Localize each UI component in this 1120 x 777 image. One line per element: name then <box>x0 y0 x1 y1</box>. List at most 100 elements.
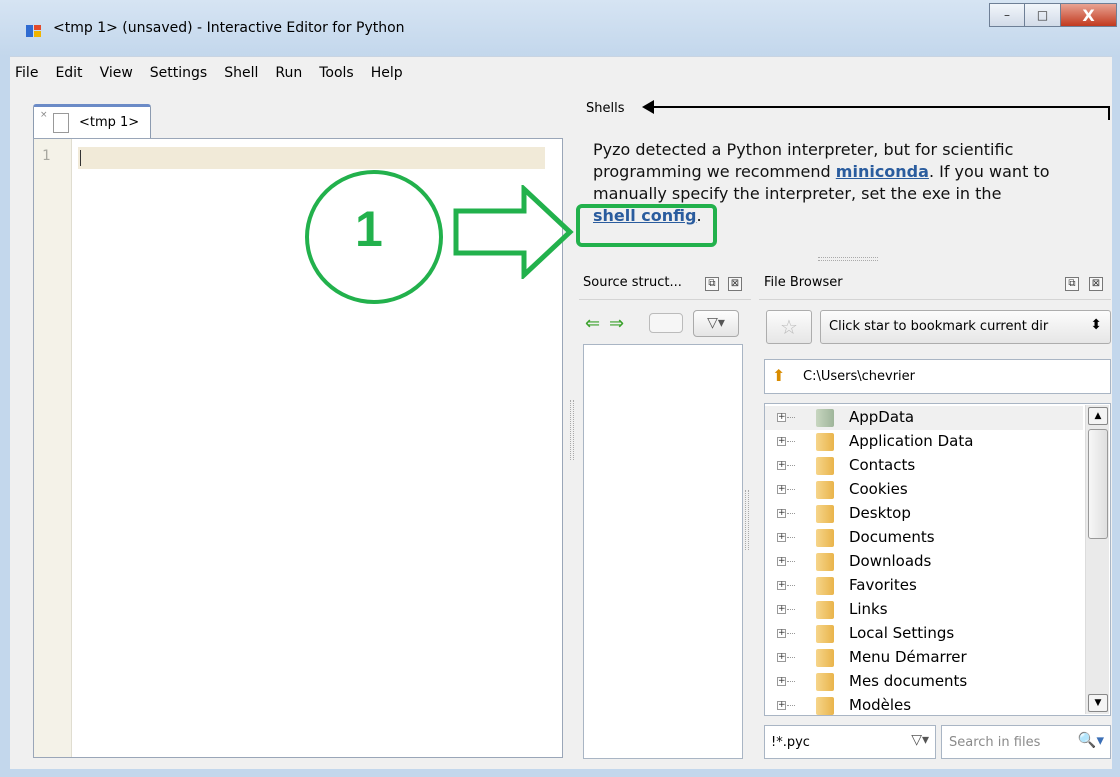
tree-row[interactable]: + Desktop <box>765 502 1083 526</box>
tree-item-label: Downloads <box>849 552 932 570</box>
float-dock-icon[interactable]: ⧉ <box>705 277 719 291</box>
tree-row[interactable]: + Documents <box>765 526 1083 550</box>
vertical-splitter-right[interactable] <box>745 490 749 550</box>
tree-row[interactable]: + Links <box>765 598 1083 622</box>
expand-icon[interactable]: + <box>777 701 786 710</box>
bookmark-star-button[interactable]: ☆ <box>766 310 812 344</box>
menu-settings[interactable]: Settings <box>150 65 207 81</box>
tree-row[interactable]: + Mes documents <box>765 670 1083 694</box>
horizontal-splitter[interactable] <box>818 257 878 261</box>
forward-arrow-icon[interactable]: ⇒ <box>609 313 624 334</box>
tree-row[interactable]: + Local Settings <box>765 622 1083 646</box>
scroll-up-icon[interactable]: ▲ <box>1088 407 1108 425</box>
window-controls: – □ X <box>989 3 1117 27</box>
tree-item-label: Mes documents <box>849 672 968 690</box>
folder-icon <box>816 505 834 523</box>
shell-message-line3: manually specify the interpreter, set th… <box>593 184 1002 203</box>
path-field[interactable]: ⬆ C:\Users\chevrier <box>764 359 1111 394</box>
expand-icon[interactable]: + <box>777 605 786 614</box>
menu-shell[interactable]: Shell <box>224 65 258 81</box>
text-caret <box>80 150 81 166</box>
search-in-files-input[interactable]: Search in files 🔍▾ <box>941 725 1111 759</box>
tree-row[interactable]: + Cookies <box>765 478 1083 502</box>
file-tree[interactable]: + AppData + Application Data + Contacts … <box>764 403 1111 716</box>
menu-file[interactable]: File <box>15 65 38 81</box>
menu-edit[interactable]: Edit <box>55 65 82 81</box>
tree-item-label: Modèles <box>849 696 912 714</box>
expand-icon[interactable]: + <box>777 413 786 422</box>
tree-row[interactable]: + Downloads <box>765 550 1083 574</box>
tree-item-label: Links <box>849 600 888 618</box>
folder-icon <box>816 577 834 595</box>
window-frame-bottom <box>0 769 1120 777</box>
folder-icon <box>816 553 834 571</box>
tree-branch-line <box>787 489 795 490</box>
tree-row[interactable]: + Menu Démarrer <box>765 646 1083 670</box>
tree-branch-line <box>787 633 795 634</box>
tree-item-label: AppData <box>849 408 915 426</box>
menu-help[interactable]: Help <box>371 65 403 81</box>
expand-icon[interactable]: + <box>777 509 786 518</box>
title-bar[interactable]: <tmp 1> (unsaved) - Interactive Editor f… <box>0 0 1120 56</box>
close-button[interactable]: X <box>1061 3 1117 27</box>
window-frame-left <box>0 56 10 777</box>
tree-branch-line <box>787 657 795 658</box>
tree-item-label: Desktop <box>849 504 911 522</box>
tree-row[interactable]: + AppData <box>765 406 1083 430</box>
expand-icon[interactable]: + <box>777 485 786 494</box>
filter-dropdown-icon[interactable]: ▽▾ <box>693 310 739 337</box>
tab-close-icon[interactable]: × <box>40 110 48 120</box>
back-arrow-icon[interactable]: ⇐ <box>585 313 600 334</box>
tree-row[interactable]: + Application Data <box>765 430 1083 454</box>
tree-row[interactable]: + Favorites <box>765 574 1083 598</box>
app-icon <box>26 25 41 37</box>
vertical-splitter-left[interactable] <box>570 400 574 460</box>
expand-icon[interactable]: + <box>777 461 786 470</box>
expand-icon[interactable]: + <box>777 533 786 542</box>
scroll-down-icon[interactable]: ▼ <box>1088 694 1108 712</box>
folder-icon <box>816 409 834 427</box>
file-tree-scrollbar[interactable]: ▲ ▼ <box>1085 405 1109 714</box>
search-icon[interactable]: 🔍▾ <box>1078 731 1104 749</box>
menu-view[interactable]: View <box>100 65 133 81</box>
tree-item-label: Menu Démarrer <box>849 648 967 666</box>
folder-icon <box>816 481 834 499</box>
folder-icon <box>816 601 834 619</box>
expand-icon[interactable]: + <box>777 629 786 638</box>
expand-icon[interactable]: + <box>777 581 786 590</box>
file-filter-input[interactable]: !*.pyc ▽▾ <box>764 725 936 759</box>
menu-bar: File Edit View Settings Shell Run Tools … <box>10 56 1112 88</box>
close-dock-icon[interactable]: ⊠ <box>728 277 742 291</box>
tree-branch-line <box>787 465 795 466</box>
tree-row[interactable]: + Modèles <box>765 694 1083 715</box>
float-dock-icon[interactable]: ⧉ <box>1065 277 1079 291</box>
minimize-button[interactable]: – <box>989 3 1025 27</box>
menu-tools[interactable]: Tools <box>319 65 354 81</box>
expand-icon[interactable]: + <box>777 437 786 446</box>
tree-item-label: Application Data <box>849 432 974 450</box>
shells-panel-title: Shells <box>586 101 625 116</box>
bookmark-dropdown[interactable]: Click star to bookmark current dir ⬍ <box>820 310 1111 344</box>
menu-run[interactable]: Run <box>275 65 302 81</box>
file-browser-title: File Browser <box>764 275 843 290</box>
keyboard-icon[interactable] <box>649 313 683 333</box>
close-dock-icon[interactable]: ⊠ <box>1089 277 1103 291</box>
editor-tab[interactable]: × <tmp 1> <box>33 104 151 139</box>
filter-icon[interactable]: ▽▾ <box>911 732 929 748</box>
folder-icon <box>816 697 834 715</box>
maximize-button[interactable]: □ <box>1025 3 1061 27</box>
bookmark-dropdown-text: Click star to bookmark current dir <box>829 319 1049 334</box>
expand-icon[interactable]: + <box>777 557 786 566</box>
up-folder-icon[interactable]: ⬆ <box>772 366 785 385</box>
tree-branch-line <box>787 561 795 562</box>
tree-item-label: Favorites <box>849 576 917 594</box>
source-structure-list[interactable] <box>583 344 743 759</box>
tree-row[interactable]: + Contacts <box>765 454 1083 478</box>
expand-icon[interactable]: + <box>777 677 786 686</box>
line-number-gutter: 1 <box>34 139 72 757</box>
tree-item-label: Local Settings <box>849 624 955 642</box>
source-structure-title: Source struct... <box>583 275 682 290</box>
expand-icon[interactable]: + <box>777 653 786 662</box>
miniconda-link[interactable]: miniconda <box>836 162 929 181</box>
scroll-thumb[interactable] <box>1088 429 1108 539</box>
